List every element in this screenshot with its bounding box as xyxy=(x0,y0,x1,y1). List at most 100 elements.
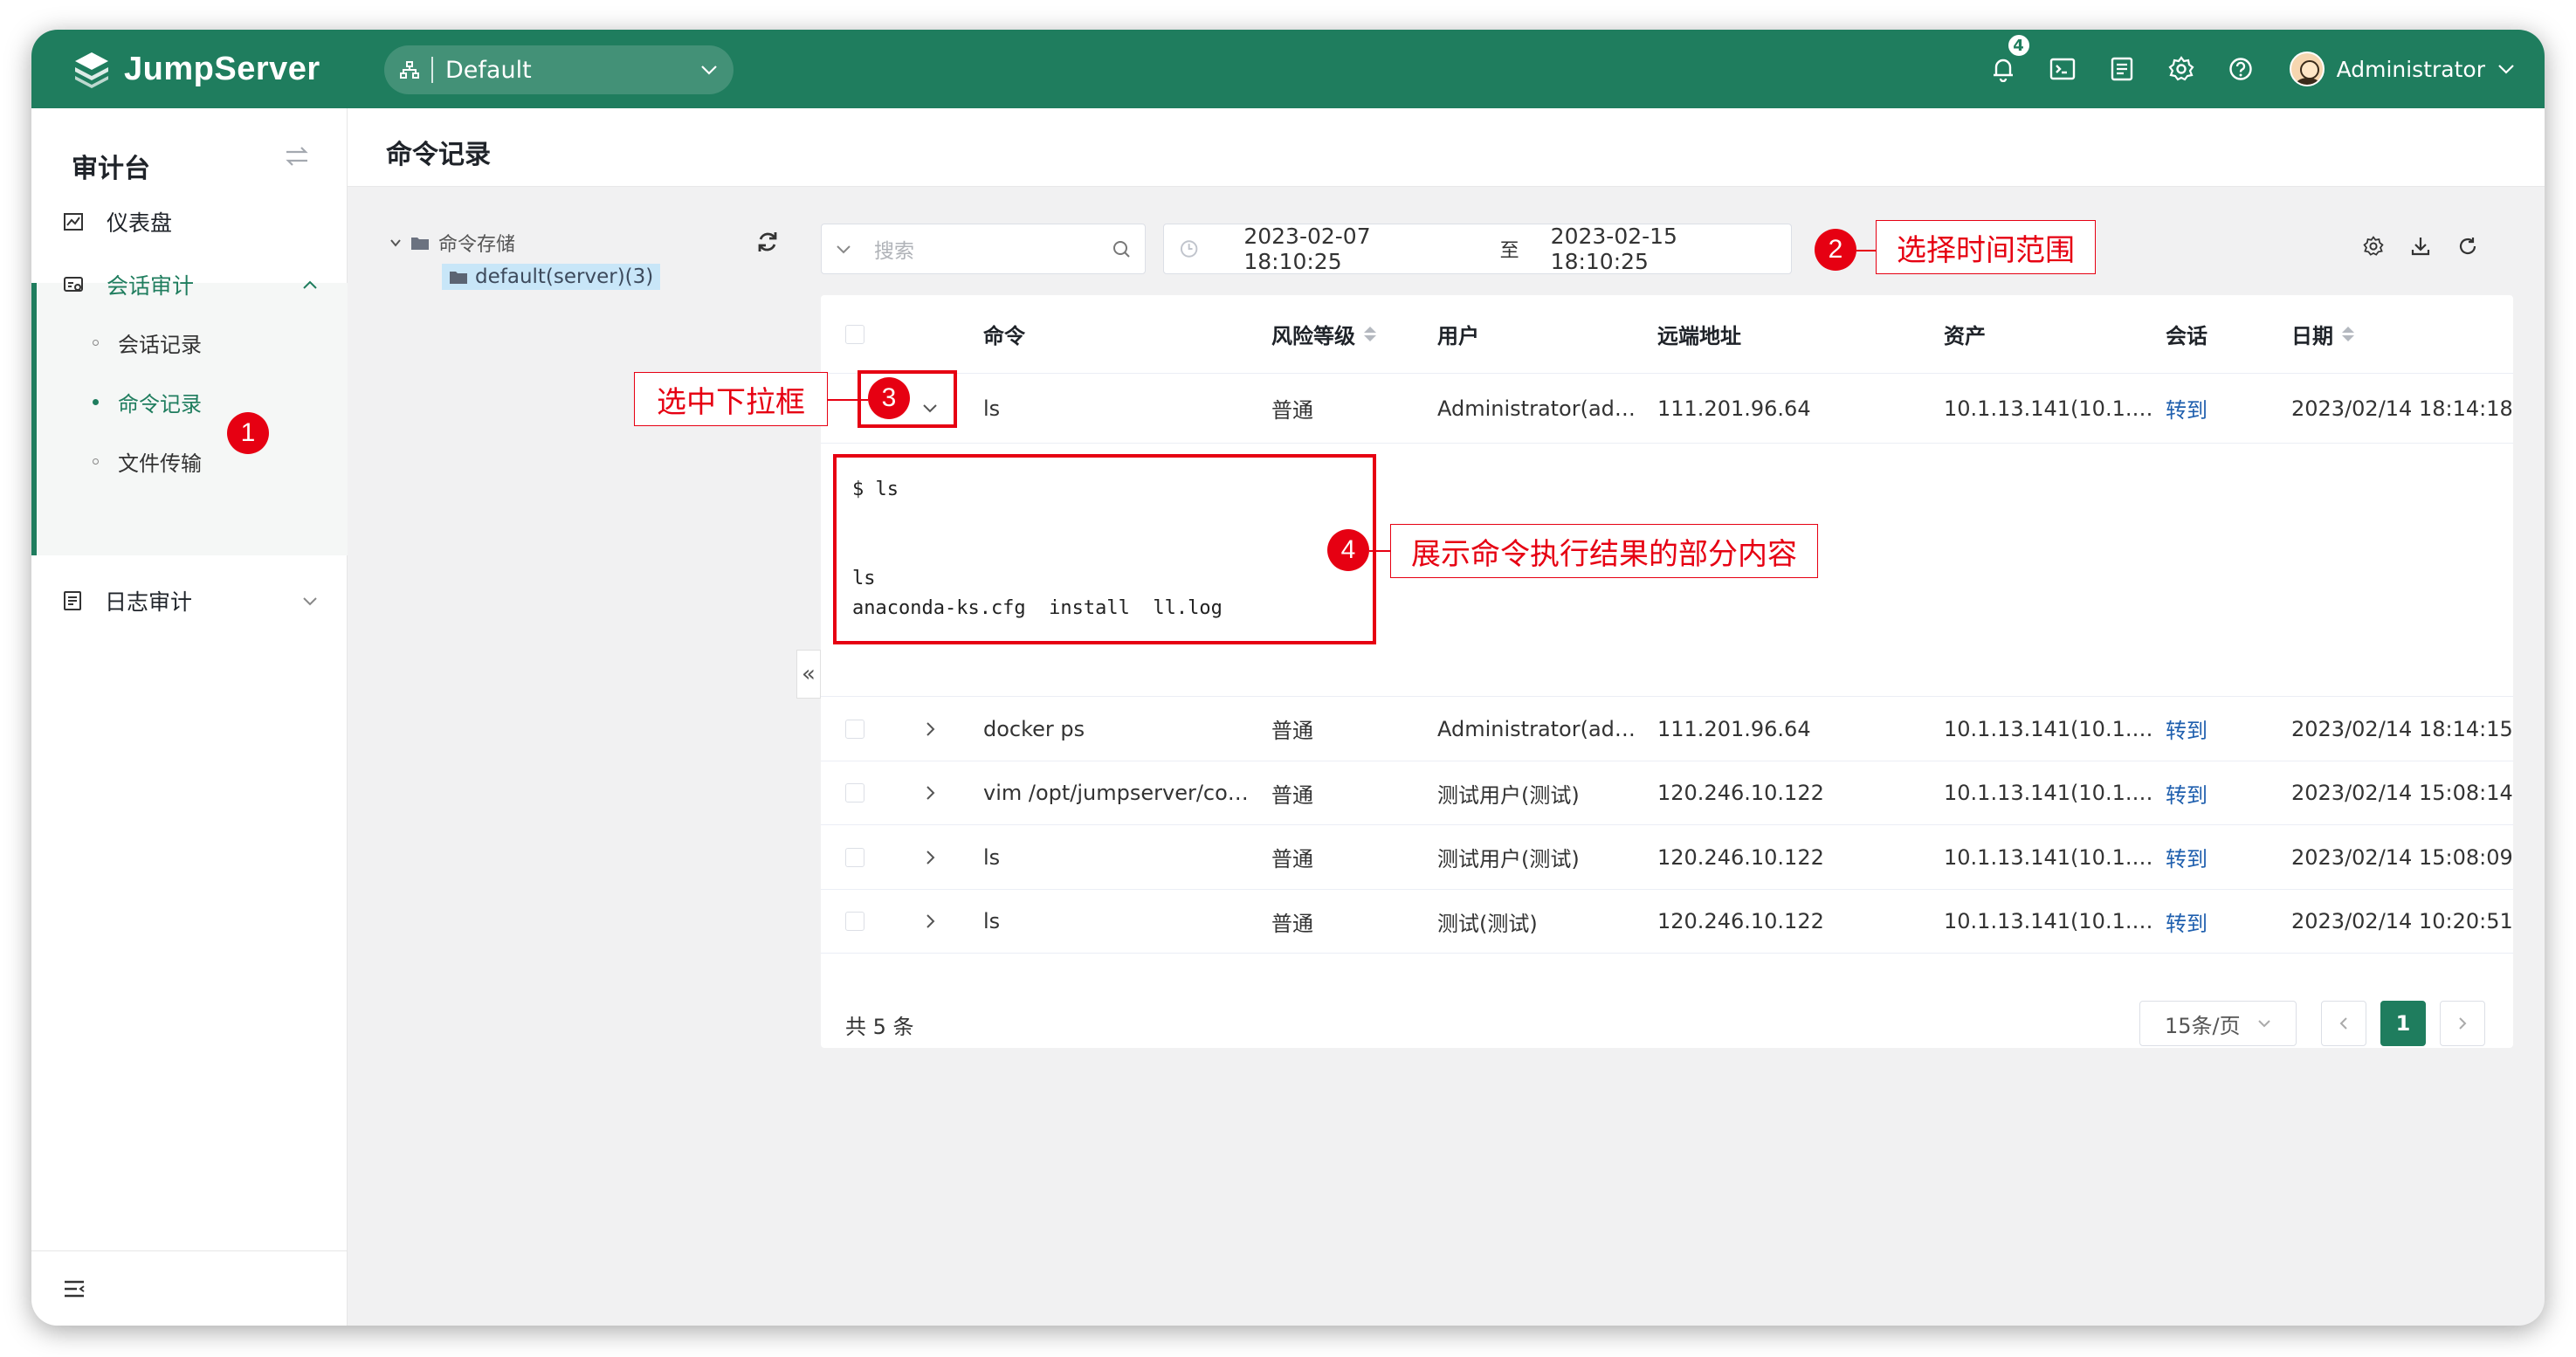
bell-icon xyxy=(1993,59,2013,82)
storage-tree: 命令存储 default(server)(3) xyxy=(389,229,661,290)
user-name: Administrator xyxy=(2336,56,2485,82)
session-link[interactable]: 转到 xyxy=(2166,761,2208,824)
cell-command: docker ps xyxy=(983,716,1085,741)
sidebar-subitem-label: 会话记录 xyxy=(118,332,202,357)
date-separator: 至 xyxy=(1499,240,1519,262)
folder-icon xyxy=(450,272,467,284)
annotation-label-2: 选择时间范围 xyxy=(1876,220,2096,274)
switch-view-button[interactable] xyxy=(285,143,309,174)
cell-command: ls xyxy=(983,844,1001,870)
cell-asset: 10.1.13.141(10.1.… xyxy=(1944,396,2153,421)
row-checkbox[interactable] xyxy=(845,783,864,802)
page-size-select[interactable]: 15条/页 xyxy=(2139,1001,2297,1046)
help-button[interactable] xyxy=(2211,30,2270,108)
collapse-tree-button[interactable]: « xyxy=(796,650,821,699)
log-icon xyxy=(64,591,81,610)
expand-toggle[interactable] xyxy=(926,825,935,889)
column-header: 远端地址 xyxy=(1657,324,1741,348)
tree-refresh-button[interactable] xyxy=(756,231,779,257)
org-separator xyxy=(431,57,433,83)
notification-button[interactable]: 4 xyxy=(1973,30,2033,108)
terminal-button[interactable] xyxy=(2033,30,2092,108)
clock-icon xyxy=(1180,240,1198,258)
sidebar-footer xyxy=(31,1250,347,1326)
session-link[interactable]: 转到 xyxy=(2166,825,2208,889)
cell-asset: 10.1.13.141(10.1.… xyxy=(1944,716,2153,741)
swap-icon xyxy=(286,147,308,166)
table-header: 命令 风险等级 用户 远端地址 资产 会话 日期 xyxy=(821,295,2513,374)
collapse-menu-icon[interactable] xyxy=(63,1279,86,1298)
sidebar-item-session-audit[interactable]: 会话审计 xyxy=(31,257,348,313)
cell-date: 2023/02/14 18:14:15 xyxy=(2291,716,2513,741)
date-from[interactable]: 2023-02-07 18:10:25 xyxy=(1243,224,1468,274)
sidebar-item-log-audit[interactable]: 日志审计 xyxy=(31,573,348,629)
sidebar-subitem-session-records[interactable]: 会话记录 xyxy=(31,316,348,369)
chevron-left-icon xyxy=(2339,1017,2347,1030)
user-menu[interactable]: Administrator xyxy=(2270,52,2545,86)
org-name: Default xyxy=(445,56,532,84)
page-size-value: 15条/页 xyxy=(2165,1013,2241,1038)
cell-command: vim /opt/jumpserver/co… xyxy=(983,781,1249,805)
jumpserver-logo[interactable]: JumpServer xyxy=(72,49,320,89)
sidebar-subitem-command-records[interactable]: 命令记录 xyxy=(31,375,348,428)
cell-remote: 111.201.96.64 xyxy=(1657,716,1811,741)
tree-node-label: default(server)(3) xyxy=(475,265,654,288)
table-row[interactable]: ls 普通 Administrator(ad… 111.201.96.64 10… xyxy=(821,374,2513,444)
logo-text: JumpServer xyxy=(124,50,320,87)
table-row[interactable]: docker ps 普通 Administrator(ad… 111.201.9… xyxy=(821,697,2513,761)
column-header-risk[interactable]: 风险等级 xyxy=(1271,295,1376,373)
row-checkbox[interactable] xyxy=(845,719,864,739)
sidebar-item-label: 仪表盘 xyxy=(107,210,173,236)
column-header: 资产 xyxy=(1944,324,1986,348)
cell-user: Administrator(ad… xyxy=(1437,716,1636,741)
org-select[interactable]: Default xyxy=(384,45,734,94)
question-icon xyxy=(2228,58,2252,80)
date-range-picker[interactable]: 2023-02-07 18:10:25 至 2023-02-15 18:10:2… xyxy=(1163,224,1792,274)
column-header: 风险等级 xyxy=(1271,324,1355,348)
cell-asset: 10.1.13.141(10.1.… xyxy=(1944,781,2153,805)
total-count: 共 5 条 xyxy=(845,1015,914,1039)
expand-toggle[interactable] xyxy=(926,761,935,824)
refresh-icon[interactable] xyxy=(2457,236,2478,257)
date-to[interactable]: 2023-02-15 18:10:25 xyxy=(1551,224,1775,274)
session-link[interactable]: 转到 xyxy=(2166,697,2208,761)
sidebar-item-label: 日志审计 xyxy=(105,589,193,615)
next-page-button[interactable] xyxy=(2440,1001,2485,1046)
sidebar-subitem-file-transfer[interactable]: 文件传输 xyxy=(31,435,348,487)
document-icon xyxy=(2111,57,2132,81)
annotation-badge-2: 2 xyxy=(1815,229,1856,271)
chevron-down-icon xyxy=(390,239,401,247)
search-input[interactable]: 搜索 xyxy=(821,224,1146,274)
avatar xyxy=(2289,52,2325,86)
table-row[interactable]: ls 普通 测试用户(测试) 120.246.10.122 10.1.13.14… xyxy=(821,825,2513,890)
tree-root[interactable]: 命令存储 xyxy=(389,229,660,257)
prev-page-button[interactable] xyxy=(2321,1001,2366,1046)
table-row[interactable]: ls 普通 测试(测试) 120.246.10.122 10.1.13.141(… xyxy=(821,890,2513,954)
sort-icon xyxy=(2342,327,2354,341)
notification-badge: 4 xyxy=(2006,33,2031,58)
download-icon[interactable] xyxy=(2410,236,2431,257)
column-header-date[interactable]: 日期 xyxy=(2291,295,2354,373)
row-checkbox[interactable] xyxy=(845,912,864,931)
search-icon xyxy=(1113,241,1130,258)
cell-remote: 111.201.96.64 xyxy=(1657,396,1811,421)
row-checkbox[interactable] xyxy=(845,847,864,867)
session-link[interactable]: 转到 xyxy=(2166,890,2208,953)
tickets-button[interactable] xyxy=(2092,30,2152,108)
tree-node-default-server[interactable]: default(server)(3) xyxy=(442,264,661,290)
sidebar-subitem-label: 命令记录 xyxy=(118,391,202,417)
table-row[interactable]: vim /opt/jumpserver/co… 普通 测试用户(测试) 120.… xyxy=(821,761,2513,825)
refresh-icon xyxy=(758,232,777,251)
annotation-badge-4: 4 xyxy=(1327,529,1369,571)
select-all-checkbox[interactable] xyxy=(845,324,864,344)
expand-toggle[interactable] xyxy=(926,890,935,953)
expand-toggle[interactable] xyxy=(926,697,935,761)
sidebar-item-dashboard[interactable]: 仪表盘 xyxy=(31,194,348,250)
settings-button[interactable] xyxy=(2152,30,2211,108)
page-button-current[interactable]: 1 xyxy=(2380,1001,2426,1046)
search-placeholder: 搜索 xyxy=(874,240,914,263)
session-link[interactable]: 转到 xyxy=(2166,374,2208,443)
gear-icon[interactable] xyxy=(2363,236,2384,257)
cell-user: Administrator(ad… xyxy=(1437,396,1636,421)
cell-command: ls xyxy=(983,909,1001,933)
